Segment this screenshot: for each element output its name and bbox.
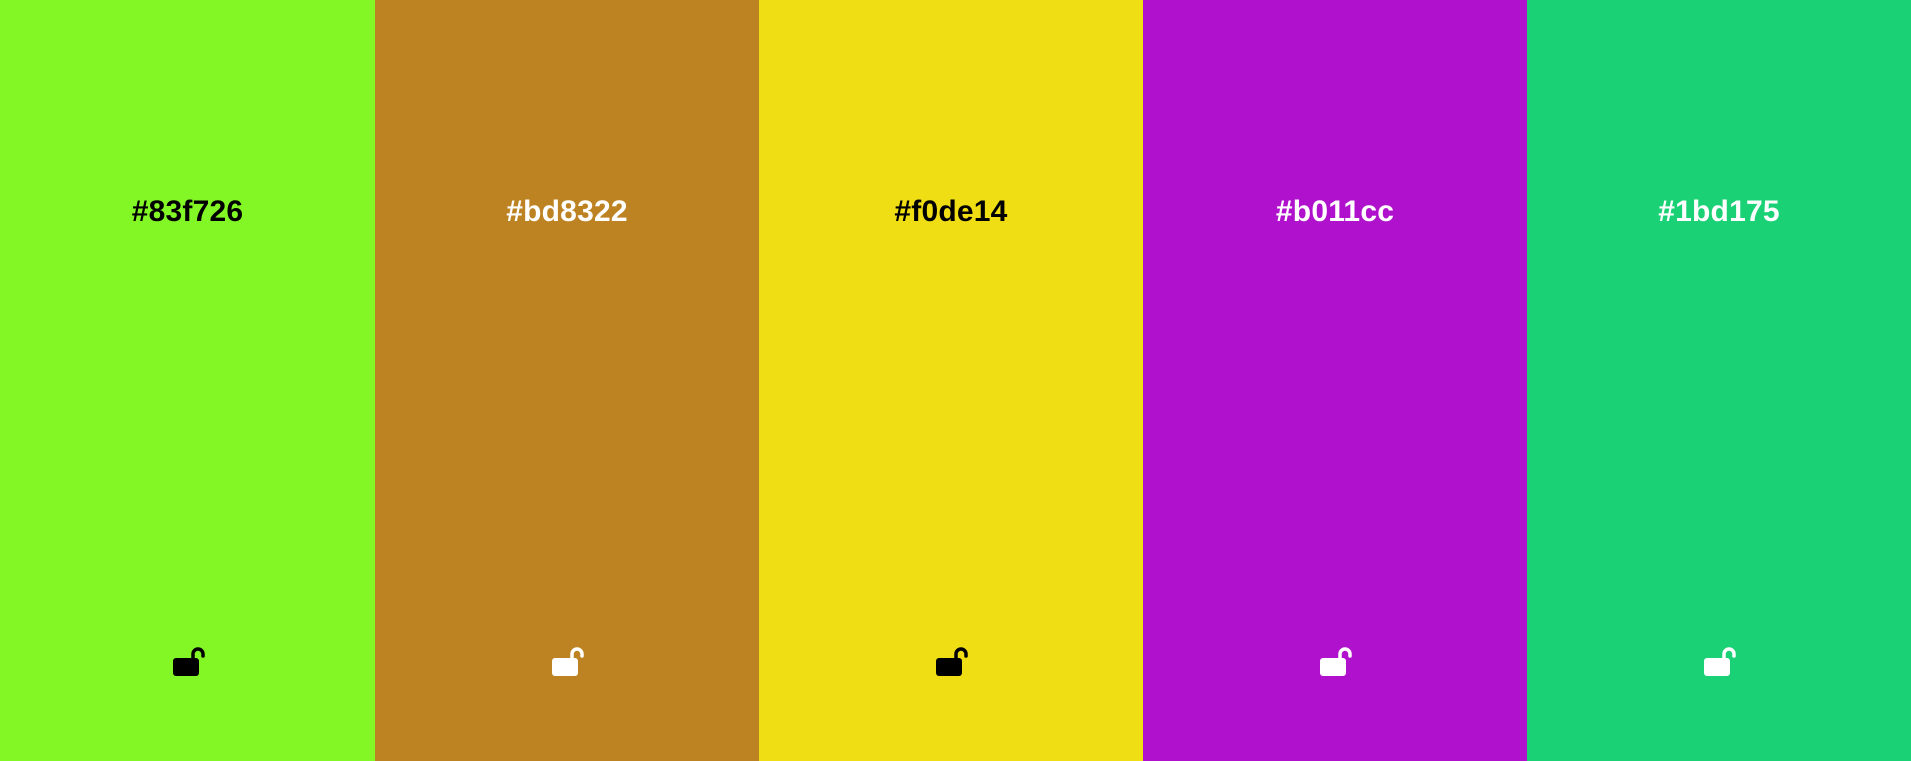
hex-code-label[interactable]: #83f726 — [0, 195, 375, 229]
hex-code-label[interactable]: #bd8322 — [375, 195, 759, 229]
hex-code-label[interactable]: #f0de14 — [759, 195, 1143, 229]
color-swatch-5[interactable]: #1bd175 — [1527, 0, 1911, 761]
color-swatch-4[interactable]: #b011cc — [1143, 0, 1527, 761]
hex-code-label[interactable]: #1bd175 — [1527, 195, 1911, 229]
color-palette: #83f726 #bd8322 #f0de14 #b011cc #1bd175 — [0, 0, 1911, 761]
unlock-icon[interactable] — [1318, 645, 1352, 679]
color-swatch-1[interactable]: #83f726 — [0, 0, 375, 761]
color-swatch-3[interactable]: #f0de14 — [759, 0, 1143, 761]
unlock-icon[interactable] — [934, 645, 968, 679]
color-swatch-2[interactable]: #bd8322 — [375, 0, 759, 761]
hex-code-label[interactable]: #b011cc — [1143, 195, 1527, 229]
unlock-icon[interactable] — [1702, 645, 1736, 679]
unlock-icon[interactable] — [550, 645, 584, 679]
unlock-icon[interactable] — [171, 645, 205, 679]
